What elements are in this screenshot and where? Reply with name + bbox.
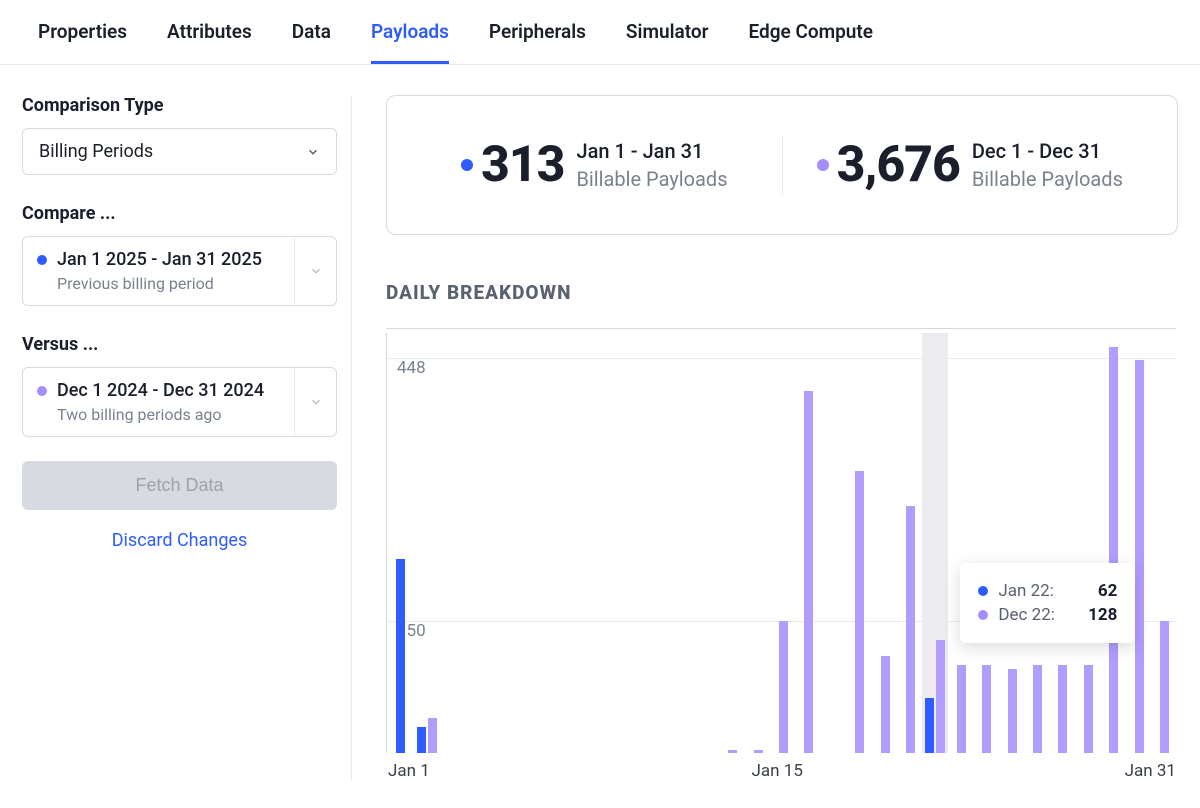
dot-icon	[978, 610, 988, 620]
chart-day-column[interactable]	[516, 333, 541, 753]
dot-icon	[37, 255, 47, 265]
chart-day-column[interactable]	[846, 333, 871, 753]
chart-day-column[interactable]	[567, 333, 592, 753]
compare-label: Compare ...	[22, 203, 327, 224]
chart-day-column[interactable]	[1049, 333, 1074, 753]
chart-day-column[interactable]	[1151, 333, 1176, 753]
tab-data[interactable]: Data	[292, 20, 331, 64]
summary-current-range: Jan 1 - Jan 31	[576, 139, 727, 163]
comparison-type-value: Billing Periods	[39, 141, 153, 162]
chart-day-column[interactable]	[668, 333, 693, 753]
chart-day-column[interactable]	[541, 333, 566, 753]
chart-day-column[interactable]	[694, 333, 719, 753]
chart-day-column[interactable]	[998, 333, 1023, 753]
dot-icon	[817, 159, 829, 171]
filters-sidebar: Comparison Type Billing Periods Compare …	[22, 95, 352, 781]
tab-payloads[interactable]: Payloads	[371, 20, 449, 64]
summary-current-label: Billable Payloads	[576, 167, 727, 191]
main-content: 313 Jan 1 - Jan 31 Billable Payloads 3,6…	[352, 95, 1178, 781]
summary-current-value: 313	[481, 136, 565, 194]
tab-attributes[interactable]: Attributes	[167, 20, 252, 64]
compare-period-select[interactable]: Jan 1 2025 - Jan 31 2025 Previous billin…	[22, 236, 337, 306]
x-axis-label: Jan 15	[752, 761, 803, 781]
chart-day-column[interactable]	[1100, 333, 1125, 753]
chart-day-column[interactable]	[1024, 333, 1049, 753]
tab-edge-compute[interactable]: Edge Compute	[748, 20, 873, 64]
versus-label: Versus ...	[22, 334, 327, 355]
chart-day-column[interactable]	[795, 333, 820, 753]
daily-breakdown-chart: 150448Jan 22:62Dec 22:128 Jan 1Jan 15Jan…	[386, 328, 1176, 781]
chart-day-column[interactable]	[465, 333, 490, 753]
chart-day-column[interactable]	[770, 333, 795, 753]
chart-tooltip: Jan 22:62Dec 22:128	[960, 563, 1135, 643]
compare-range: Jan 1 2025 - Jan 31 2025	[57, 249, 262, 270]
chart-day-column[interactable]	[414, 333, 439, 753]
versus-range: Dec 1 2024 - Dec 31 2024	[57, 380, 264, 401]
fetch-data-button[interactable]: Fetch Data	[22, 461, 337, 510]
x-axis-label: Jan 1	[388, 761, 430, 781]
chart-day-column[interactable]	[821, 333, 846, 753]
chevron-down-icon	[306, 145, 320, 159]
tabs: Properties Attributes Data Payloads Peripher…	[0, 0, 1200, 65]
chart-day-column[interactable]	[440, 333, 465, 753]
summary-card: 313 Jan 1 - Jan 31 Billable Payloads 3,6…	[386, 95, 1178, 235]
chart-day-column[interactable]	[948, 333, 973, 753]
chart-day-column[interactable]	[618, 333, 643, 753]
summary-current: 313 Jan 1 - Jan 31 Billable Payloads	[407, 136, 783, 194]
chevron-down-icon	[309, 264, 323, 278]
discard-changes-link[interactable]: Discard Changes	[22, 530, 337, 551]
versus-period-select[interactable]: Dec 1 2024 - Dec 31 2024 Two billing per…	[22, 367, 337, 437]
tab-simulator[interactable]: Simulator	[626, 20, 709, 64]
tab-peripherals[interactable]: Peripherals	[489, 20, 586, 64]
comparison-type-select[interactable]: Billing Periods	[22, 128, 337, 175]
summary-versus-label: Billable Payloads	[972, 167, 1123, 191]
chart-day-column[interactable]	[922, 333, 947, 753]
chart-day-column[interactable]	[389, 333, 414, 753]
versus-sub: Two billing periods ago	[57, 405, 280, 424]
chart-day-column[interactable]	[973, 333, 998, 753]
summary-versus: 3,676 Dec 1 - Dec 31 Billable Payloads	[783, 136, 1158, 194]
chart-day-column[interactable]	[719, 333, 744, 753]
comparison-type-label: Comparison Type	[22, 95, 327, 116]
versus-dropdown-caret[interactable]	[294, 368, 336, 436]
x-axis-label: Jan 31	[1125, 761, 1176, 781]
chart-day-column[interactable]	[871, 333, 896, 753]
chart-day-column[interactable]	[491, 333, 516, 753]
chart-day-column[interactable]	[1125, 333, 1150, 753]
compare-sub: Previous billing period	[57, 274, 280, 293]
chart-day-column[interactable]	[592, 333, 617, 753]
tab-properties[interactable]: Properties	[38, 20, 127, 64]
summary-versus-range: Dec 1 - Dec 31	[972, 139, 1123, 163]
chart-day-column[interactable]	[744, 333, 769, 753]
daily-breakdown-title: DAILY BREAKDOWN	[386, 281, 1178, 304]
summary-versus-value: 3,676	[837, 136, 960, 194]
compare-dropdown-caret[interactable]	[294, 237, 336, 305]
dot-icon	[37, 386, 47, 396]
chart-day-column[interactable]	[643, 333, 668, 753]
chevron-down-icon	[309, 395, 323, 409]
chart-day-column[interactable]	[897, 333, 922, 753]
chart-day-column[interactable]	[1075, 333, 1100, 753]
dot-icon	[461, 159, 473, 171]
dot-icon	[978, 586, 988, 596]
